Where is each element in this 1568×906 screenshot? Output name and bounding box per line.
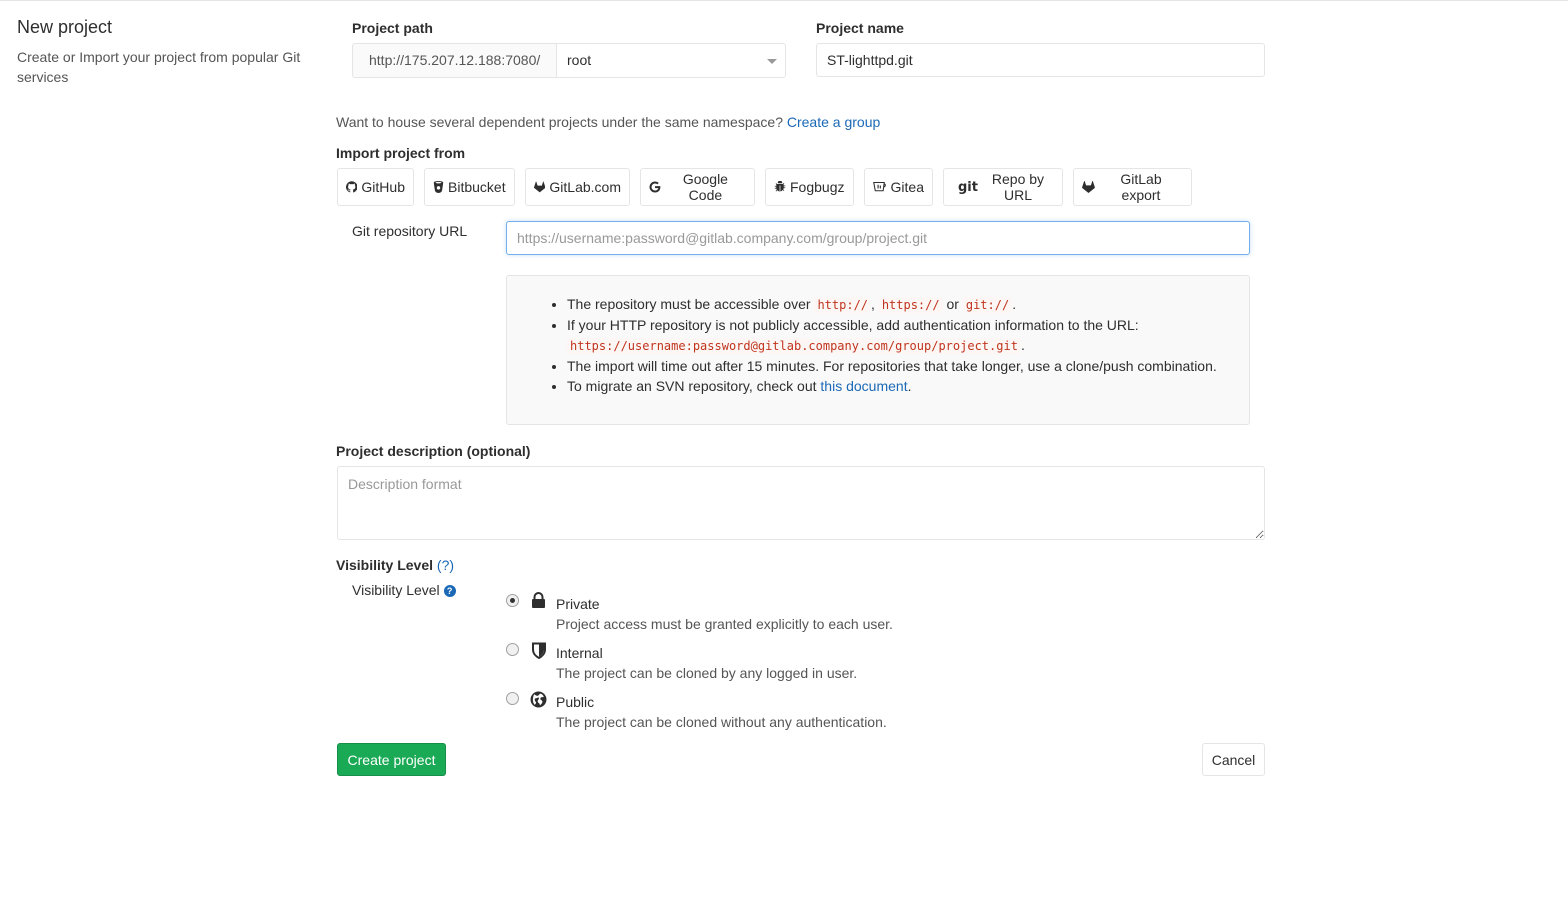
visibility-internal-description: The project can be cloned by any logged … <box>556 665 858 681</box>
code-git: git:// <box>962 297 1013 313</box>
help-svn-text: To migrate an SVN repository, check out <box>567 378 817 394</box>
import-bitbucket-label: Bitbucket <box>448 179 506 195</box>
create-group-link[interactable]: Create a group <box>787 114 880 130</box>
namespace-value: root <box>567 52 592 68</box>
visibility-sub-label: Visibility Level ? <box>352 582 456 598</box>
visibility-heading-text: Visibility Level <box>336 557 434 573</box>
visibility-internal-radio[interactable] <box>506 643 519 656</box>
import-help-list: The repository must be accessible over h… <box>547 294 1239 396</box>
description-label: Project description (optional) <box>336 443 531 459</box>
import-repo-by-url-button[interactable]: git Repo by URL <box>943 168 1063 206</box>
gitea-icon <box>873 181 886 192</box>
import-repo-by-url-label: Repo by URL <box>991 171 1045 203</box>
bug-icon <box>774 181 786 192</box>
help-auth-text: If your HTTP repository is not publicly … <box>567 317 1139 333</box>
code-http: http:// <box>814 297 872 313</box>
create-project-button[interactable]: Create project <box>337 743 446 776</box>
visibility-heading: Visibility Level (?) <box>336 557 454 573</box>
code-auth-example: https://username:password@gitlab.company… <box>567 338 1021 354</box>
import-gitea-button[interactable]: Gitea <box>864 168 933 206</box>
help-item-timeout: The import will time out after 15 minute… <box>567 356 1239 376</box>
visibility-private-radio[interactable] <box>506 594 519 607</box>
import-label: Import project from <box>336 145 466 161</box>
cancel-button[interactable]: Cancel <box>1202 743 1265 776</box>
help-protocols-text: The repository must be accessible over <box>567 296 811 312</box>
import-google-code-label: Google Code <box>682 171 728 203</box>
shield-icon <box>532 642 546 659</box>
import-gitlab-export-button[interactable]: GitLab export <box>1073 168 1192 206</box>
chevron-down-icon <box>767 59 777 64</box>
import-github-label: GitHub <box>361 179 405 195</box>
namespace-hint-text: Want to house several dependent projects… <box>336 114 783 130</box>
question-circle-icon[interactable]: ? <box>443 585 456 597</box>
import-help-box: The repository must be accessible over h… <box>506 275 1250 425</box>
description-textarea[interactable] <box>337 466 1265 540</box>
bitbucket-icon <box>433 181 444 193</box>
import-gitlab-com-label: GitLab.com <box>549 179 621 195</box>
visibility-public-title: Public <box>556 694 595 710</box>
github-icon <box>346 181 358 193</box>
visibility-private-title: Private <box>556 596 600 612</box>
import-github-button[interactable]: GitHub <box>337 168 414 206</box>
git-url-input[interactable] <box>506 221 1250 255</box>
visibility-public-radio[interactable] <box>506 692 519 705</box>
import-google-code-button[interactable]: Google Code <box>640 168 755 206</box>
help-svn-suffix: . <box>907 378 912 394</box>
import-gitea-label: Gitea <box>890 179 924 195</box>
git-url-label: Git repository URL <box>352 223 468 239</box>
project-name-label: Project name <box>816 20 904 36</box>
page-title: New project <box>17 17 113 37</box>
gitlab-icon <box>1082 181 1095 193</box>
help-period: . <box>1012 296 1017 312</box>
lock-icon <box>532 592 545 608</box>
code-https: https:// <box>878 297 943 313</box>
visibility-sub-label-text: Visibility Level <box>352 582 440 598</box>
visibility-public-description: The project can be cloned without any au… <box>556 714 887 730</box>
page-description: Create or Import your project from popul… <box>17 49 301 85</box>
help-or: or <box>946 296 959 312</box>
help-item-svn: To migrate an SVN repository, check out … <box>567 376 1239 396</box>
help-comma: , <box>871 296 875 312</box>
visibility-private-description: Project access must be granted explicitl… <box>556 616 893 632</box>
google-icon <box>649 181 661 193</box>
project-path-base-url: http://175.207.12.188:7080/ <box>352 43 557 78</box>
project-path-label: Project path <box>352 20 433 36</box>
visibility-help-link[interactable]: (?) <box>437 557 454 573</box>
svn-doc-link[interactable]: this document <box>820 378 907 394</box>
visibility-internal-title: Internal <box>556 645 603 661</box>
globe-icon <box>530 691 547 708</box>
import-gitlab-com-button[interactable]: GitLab.com <box>525 168 630 206</box>
namespace-select[interactable]: root <box>556 43 786 78</box>
project-name-input[interactable] <box>816 43 1265 77</box>
help-item-protocols: The repository must be accessible over h… <box>567 294 1239 315</box>
import-gitlab-export-label: GitLab export <box>1120 171 1162 203</box>
git-icon: git <box>958 179 978 195</box>
namespace-hint: Want to house several dependent projects… <box>336 114 880 130</box>
import-fogbugz-label: Fogbugz <box>790 179 845 195</box>
help-period: . <box>1020 337 1025 353</box>
import-bitbucket-button[interactable]: Bitbucket <box>424 168 515 206</box>
gitlab-icon <box>534 181 546 193</box>
import-fogbugz-button[interactable]: Fogbugz <box>765 168 854 206</box>
help-item-auth: If your HTTP repository is not publicly … <box>567 315 1239 356</box>
top-divider <box>0 0 1568 2</box>
